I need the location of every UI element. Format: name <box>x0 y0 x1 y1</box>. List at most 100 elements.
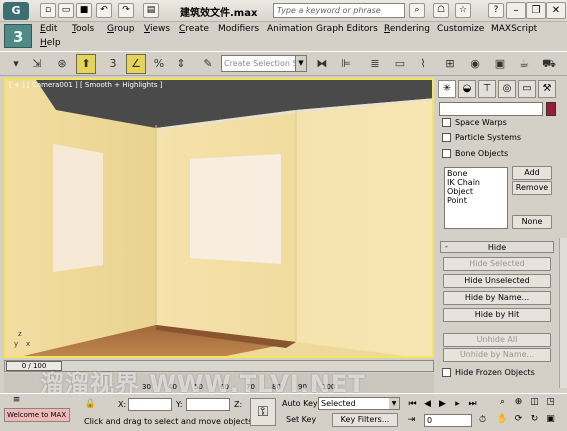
menu-create[interactable]: Create <box>179 24 209 34</box>
zoom-all-icon[interactable]: ⊕ <box>512 396 525 409</box>
key-mode-dropdown[interactable]: Selected ▼ <box>318 397 400 410</box>
curve-editor-icon[interactable]: ⌇ <box>413 54 433 74</box>
play-icon[interactable]: ▶ <box>435 398 450 411</box>
menu-animation[interactable]: Animation <box>267 24 313 34</box>
spinner-snap-icon[interactable]: ⇕ <box>171 54 191 74</box>
unhide-all-button[interactable]: Unhide All <box>443 333 551 347</box>
undo-scene-icon[interactable]: ▾ <box>6 54 26 74</box>
search-input[interactable]: Type a keyword or phrase <box>273 3 405 18</box>
maxscript-listener[interactable]: Welcome to MAX <box>4 408 70 422</box>
list-item[interactable]: Point <box>447 196 505 205</box>
field-of-view-icon[interactable]: ◳ <box>544 396 557 409</box>
particle-systems-checkbox[interactable]: Particle Systems <box>442 133 521 142</box>
render-production-icon[interactable]: ⛟ <box>539 54 559 74</box>
help-icon[interactable]: ? <box>488 3 504 18</box>
zoom-extents-icon[interactable]: ◫ <box>528 396 541 409</box>
app-logo-icon[interactable]: G <box>3 2 29 20</box>
open-file-icon[interactable]: ▭ <box>58 3 74 18</box>
selection-set-dropdown[interactable]: Create Selection Set ▼ <box>221 55 307 72</box>
restore-button[interactable]: ❐ <box>526 2 546 19</box>
menu-graph-editors[interactable]: Graph Editors <box>316 24 378 34</box>
previous-frame-icon[interactable]: ◀ <box>420 398 435 411</box>
camera-viewport[interactable]: [ + ] [ Camera001 ] [ Smooth + Highlight… <box>4 78 434 358</box>
schematic-view-icon[interactable]: ⊞ <box>440 54 460 74</box>
auto-key-button[interactable]: Auto Key <box>282 399 318 408</box>
bone-objects-checkbox[interactable]: Bone Objects <box>442 149 508 158</box>
menu-rendering[interactable]: Rendering <box>384 24 430 34</box>
space-warps-checkbox[interactable]: Space Warps <box>442 118 507 127</box>
hide-frozen-checkbox[interactable]: Hide Frozen Objects <box>442 368 535 377</box>
communication-center-icon[interactable]: ☖ <box>433 3 449 18</box>
time-configuration-icon[interactable]: ⏱ <box>476 414 489 427</box>
minimize-button[interactable]: – <box>506 2 526 19</box>
menu-views[interactable]: Views <box>144 24 170 34</box>
new-file-icon[interactable]: ▫ <box>40 3 56 18</box>
save-file-icon[interactable]: ■ <box>76 3 92 18</box>
go-to-end-icon[interactable]: ⏭ <box>465 398 480 411</box>
menu-edit[interactable]: Edit <box>40 24 57 34</box>
hide-by-hit-button[interactable]: Hide by Hit <box>443 308 551 322</box>
set-key-button[interactable]: Set Key <box>286 415 316 424</box>
orbit-icon[interactable]: ⟳ <box>512 413 525 426</box>
motion-tab-icon[interactable]: ◎ <box>498 80 516 98</box>
viewport-label[interactable]: [ + ] [ Camera001 ] [ Smooth + Highlight… <box>9 81 162 89</box>
select-object-icon[interactable]: ⬆ <box>76 54 96 74</box>
key-icon[interactable]: ⚿ <box>250 398 276 426</box>
key-filters-button[interactable]: Key Filters... <box>332 413 398 427</box>
list-item[interactable]: IK Chain Object <box>447 178 505 196</box>
object-type-list[interactable]: Bone IK Chain Object Point <box>444 167 508 229</box>
snap-toggle-icon[interactable]: 3 <box>103 54 123 74</box>
zoom-icon[interactable]: ⌕ <box>496 396 509 409</box>
lock-selection-icon[interactable]: 🔒 <box>84 398 97 411</box>
object-name-input[interactable] <box>439 102 543 116</box>
menu-modifiers[interactable]: Modifiers <box>218 24 259 34</box>
modify-tab-icon[interactable]: ◒ <box>458 80 476 98</box>
hide-by-name-button[interactable]: Hide by Name... <box>443 291 551 305</box>
angle-snap-icon[interactable]: ∠ <box>126 54 146 74</box>
search-icon[interactable]: ⌕ <box>409 3 425 18</box>
none-button[interactable]: None <box>512 215 552 229</box>
named-selection-edit-icon[interactable]: ✎ <box>198 54 218 74</box>
select-and-link-icon[interactable]: ⇲ <box>27 54 47 74</box>
graphite-tools-icon[interactable]: ▭ <box>390 54 410 74</box>
hide-rollout-header[interactable]: - Hide <box>440 241 554 253</box>
list-item[interactable]: Bone <box>447 169 505 178</box>
maximize-viewport-icon[interactable]: ▣ <box>544 413 557 426</box>
render-setup-icon[interactable]: ▣ <box>490 54 510 74</box>
material-editor-icon[interactable]: ◉ <box>465 54 485 74</box>
undo-icon[interactable]: ↶ <box>96 3 112 18</box>
menu-maxscript[interactable]: MAXScript <box>491 24 537 34</box>
application-menu-icon[interactable] <box>4 24 32 48</box>
redo-icon[interactable]: ↷ <box>118 3 134 18</box>
mini-curve-editor-icon[interactable]: ≡ <box>10 394 23 407</box>
go-to-start-icon[interactable]: ⏮ <box>405 398 420 411</box>
object-color-swatch[interactable] <box>546 102 556 116</box>
hide-selected-button[interactable]: Hide Selected <box>443 257 551 271</box>
unhide-by-name-button[interactable]: Unhide by Name... <box>443 348 551 362</box>
bind-space-warp-icon[interactable]: ⊛ <box>52 54 72 74</box>
command-panel-scrollbar[interactable] <box>559 238 567 388</box>
create-tab-icon[interactable]: ✳ <box>438 80 456 98</box>
percent-snap-icon[interactable]: % <box>149 54 169 74</box>
close-button[interactable]: ✕ <box>546 2 566 19</box>
remove-button[interactable]: Remove <box>512 181 552 195</box>
menu-tools[interactable]: Tools <box>72 24 94 34</box>
pan-icon[interactable]: ✋ <box>496 413 509 426</box>
hierarchy-tab-icon[interactable]: ⊤ <box>478 80 496 98</box>
y-coordinate-field[interactable] <box>186 398 230 411</box>
add-button[interactable]: Add <box>512 166 552 180</box>
utilities-tab-icon[interactable]: ⚒ <box>538 80 556 98</box>
align-icon[interactable]: ⊫ <box>336 54 356 74</box>
key-mode-toggle-icon[interactable]: ⇥ <box>405 414 418 427</box>
roll-icon[interactable]: ↻ <box>528 413 541 426</box>
next-frame-icon[interactable]: ▸ <box>450 398 465 411</box>
current-frame-field[interactable]: 0 <box>424 414 472 427</box>
display-tab-icon[interactable]: ▭ <box>518 80 536 98</box>
rendered-frame-icon[interactable]: ☕ <box>514 54 534 74</box>
menu-group[interactable]: Group <box>107 24 134 34</box>
menu-help[interactable]: Help <box>40 38 61 48</box>
project-folder-icon[interactable]: ▤ <box>143 3 159 18</box>
menu-customize[interactable]: Customize <box>437 24 484 34</box>
layer-manager-icon[interactable]: ≣ <box>365 54 385 74</box>
mirror-icon[interactable]: ⧓ <box>312 54 332 74</box>
